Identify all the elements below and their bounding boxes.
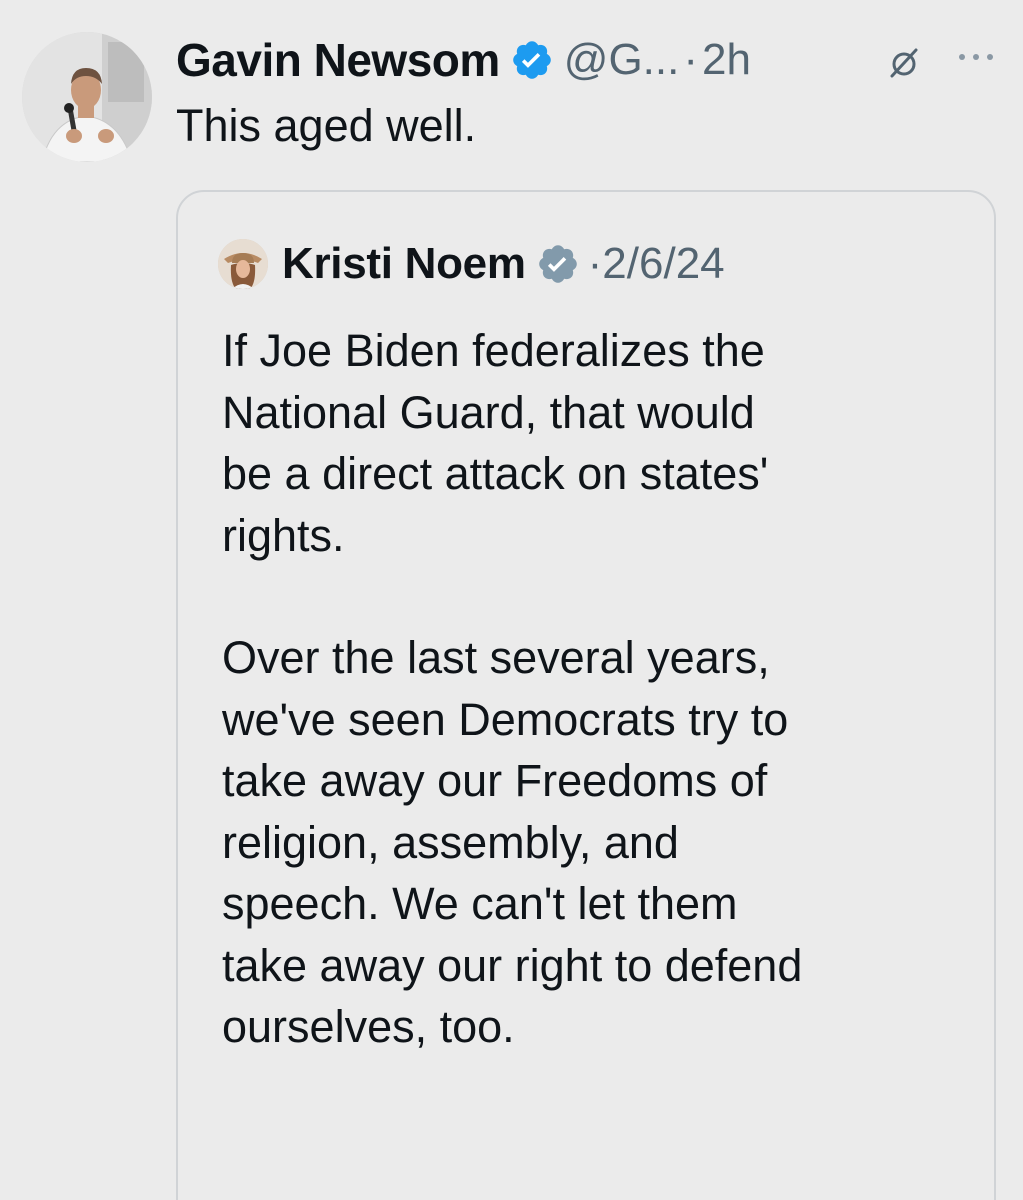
quoted-post-header: Kristi Noem ·2/6/24 (218, 236, 725, 292)
post-text: This aged well. (176, 100, 477, 151)
quoted-post-text: If Joe Biden federalizes the National Gu… (222, 320, 962, 1058)
quoted-post-card[interactable]: Kristi Noem ·2/6/24 If Joe Biden federal… (176, 190, 996, 1200)
verified-badge-gray-icon[interactable] (536, 242, 580, 286)
quoted-author-avatar[interactable] (218, 239, 268, 289)
more-options-icon[interactable] (954, 42, 998, 72)
profile-photo-icon (22, 32, 152, 162)
quoted-post-date[interactable]: ·2/6/24 (588, 239, 725, 289)
quoted-profile-photo-icon (218, 239, 268, 289)
quoted-post-paragraph: If Joe Biden federalizes the National Gu… (222, 325, 769, 561)
meta-separator: · (683, 35, 699, 84)
quoted-author-name[interactable]: Kristi Noem (282, 239, 526, 289)
verified-badge-icon[interactable] (510, 38, 554, 82)
author-name[interactable]: Gavin Newsom (176, 33, 500, 87)
post-time[interactable]: 2h (702, 35, 751, 85)
quoted-post-paragraph: Over the last several years, we've seen … (222, 632, 803, 1052)
post-header: Gavin Newsom @G... · 2h (176, 30, 751, 90)
grok-icon[interactable] (884, 42, 924, 82)
post-view: Gavin Newsom @G... · 2h This aged well. (0, 0, 1023, 1200)
author-handle[interactable]: @G... (564, 35, 680, 85)
author-avatar[interactable] (22, 32, 152, 162)
